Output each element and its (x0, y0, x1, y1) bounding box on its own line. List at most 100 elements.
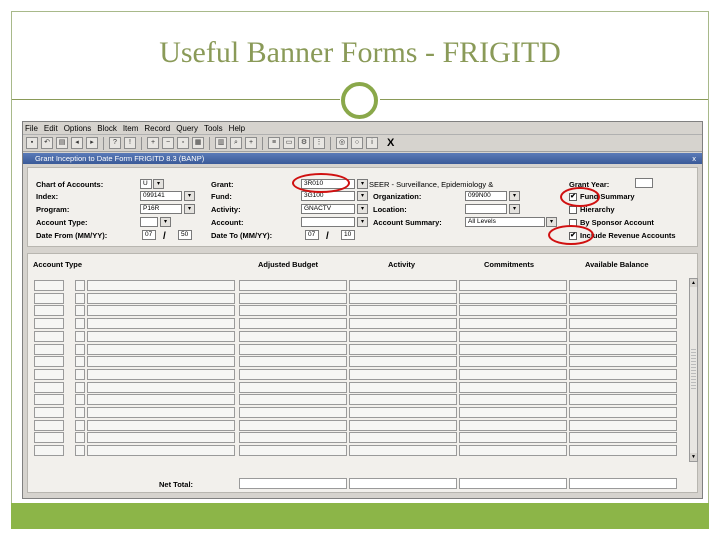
account-type-cell[interactable] (34, 368, 64, 380)
description-cell[interactable] (87, 318, 235, 330)
options-icon[interactable]: ≡ (268, 137, 280, 149)
commitments-cell[interactable] (459, 381, 567, 393)
description-cell[interactable] (87, 343, 235, 355)
menu-record[interactable]: Record (144, 124, 170, 133)
description-cell[interactable] (87, 407, 235, 418)
folder-icon[interactable]: ▭ (283, 137, 295, 149)
commitments-cell[interactable] (459, 305, 567, 317)
net-total-commitments-field[interactable] (459, 478, 567, 489)
description-cell[interactable] (87, 419, 235, 431)
menu-item[interactable]: Item (123, 124, 139, 133)
commitments-cell[interactable] (459, 407, 567, 418)
duplicate-icon[interactable]: ▦ (192, 137, 204, 149)
adjusted-budget-cell[interactable] (239, 419, 347, 431)
activity-cell[interactable] (349, 280, 457, 291)
date-to-year-field[interactable]: 10 (341, 230, 355, 240)
rollback-icon[interactable]: ↶ (41, 137, 53, 149)
adjusted-budget-cell[interactable] (239, 305, 347, 317)
activity-cell[interactable] (349, 368, 457, 380)
search-icon[interactable]: ⌕ (230, 137, 242, 149)
description-cell[interactable] (87, 292, 235, 304)
available-balance-cell[interactable] (569, 292, 677, 304)
adjusted-budget-cell[interactable] (239, 445, 347, 457)
print-screen-icon[interactable]: ▥ (215, 137, 227, 149)
account-type-cell[interactable] (34, 419, 64, 431)
description-cell[interactable] (87, 356, 235, 368)
indicator-cell[interactable] (75, 394, 85, 406)
index-dropdown[interactable]: ▾ (184, 191, 195, 201)
help-icon[interactable]: ◎ (336, 137, 348, 149)
description-cell[interactable] (87, 445, 235, 457)
activity-cell[interactable] (349, 330, 457, 342)
commitments-cell[interactable] (459, 356, 567, 368)
available-balance-cell[interactable] (569, 381, 677, 393)
account-type-cell[interactable] (34, 318, 64, 330)
account-summary-dropdown[interactable]: ▾ (546, 217, 557, 227)
account-type-cell[interactable] (34, 330, 64, 342)
print-icon[interactable]: ▤ (56, 137, 68, 149)
insert-record-icon[interactable]: + (147, 137, 159, 149)
indicator-cell[interactable] (75, 445, 85, 457)
activity-field[interactable]: GNACTV (301, 204, 355, 214)
available-balance-cell[interactable] (569, 368, 677, 380)
organization-field[interactable]: 099N00 (465, 191, 507, 201)
description-cell[interactable] (87, 305, 235, 317)
activity-cell[interactable] (349, 419, 457, 431)
location-field[interactable] (465, 204, 507, 214)
indicator-cell[interactable] (75, 305, 85, 317)
description-cell[interactable] (87, 432, 235, 444)
description-cell[interactable] (87, 381, 235, 393)
menu-edit[interactable]: Edit (44, 124, 58, 133)
description-cell[interactable] (87, 394, 235, 406)
available-balance-cell[interactable] (569, 419, 677, 431)
available-balance-cell[interactable] (569, 407, 677, 418)
indicator-cell[interactable] (75, 343, 85, 355)
delete-record-icon[interactable]: − (162, 137, 174, 149)
fund-dropdown[interactable]: ▾ (357, 191, 368, 201)
next-block-icon[interactable]: ▸ (86, 137, 98, 149)
organization-dropdown[interactable]: ▾ (509, 191, 520, 201)
indicator-cell[interactable] (75, 368, 85, 380)
available-balance-cell[interactable] (569, 318, 677, 330)
menu-file[interactable]: File (25, 124, 38, 133)
enter-query-icon[interactable]: ? (109, 137, 121, 149)
menu-options[interactable]: Options (64, 124, 92, 133)
account-type-cell[interactable] (34, 407, 64, 418)
chart-of-accounts-field[interactable]: U (140, 179, 152, 189)
commitments-cell[interactable] (459, 394, 567, 406)
window-close-icon[interactable]: x (692, 153, 698, 164)
menu-tools[interactable]: Tools (204, 124, 223, 133)
tree-icon[interactable]: ⋮ (313, 137, 325, 149)
indicator-cell[interactable] (75, 280, 85, 291)
account-type-cell[interactable] (34, 356, 64, 368)
adjusted-budget-cell[interactable] (239, 330, 347, 342)
available-balance-cell[interactable] (569, 356, 677, 368)
adjusted-budget-cell[interactable] (239, 292, 347, 304)
grid-scrollbar[interactable]: ▲ ▼ (689, 278, 698, 462)
activity-cell[interactable] (349, 394, 457, 406)
adjusted-budget-cell[interactable] (239, 343, 347, 355)
account-type-cell[interactable] (34, 280, 64, 291)
grant-dropdown[interactable]: ▾ (357, 179, 368, 189)
net-total-activity-field[interactable] (349, 478, 457, 489)
net-total-available-field[interactable] (569, 478, 677, 489)
activity-cell[interactable] (349, 292, 457, 304)
commitments-cell[interactable] (459, 280, 567, 291)
account-type-field[interactable] (140, 217, 158, 227)
menu-help[interactable]: Help (229, 124, 245, 133)
scroll-thumb[interactable] (691, 349, 696, 389)
chart-of-accounts-dropdown[interactable]: ▾ (153, 179, 164, 189)
description-cell[interactable] (87, 280, 235, 291)
commitments-cell[interactable] (459, 432, 567, 444)
exit-button[interactable]: X (387, 137, 394, 149)
account-type-cell[interactable] (34, 394, 64, 406)
available-balance-cell[interactable] (569, 432, 677, 444)
adjusted-budget-cell[interactable] (239, 394, 347, 406)
account-summary-select[interactable]: All Levels (465, 217, 545, 227)
program-field[interactable]: P16R (140, 204, 182, 214)
adjusted-budget-cell[interactable] (239, 407, 347, 418)
adjusted-budget-cell[interactable] (239, 280, 347, 291)
account-type-cell[interactable] (34, 305, 64, 317)
indicator-cell[interactable] (75, 292, 85, 304)
adjusted-budget-cell[interactable] (239, 368, 347, 380)
